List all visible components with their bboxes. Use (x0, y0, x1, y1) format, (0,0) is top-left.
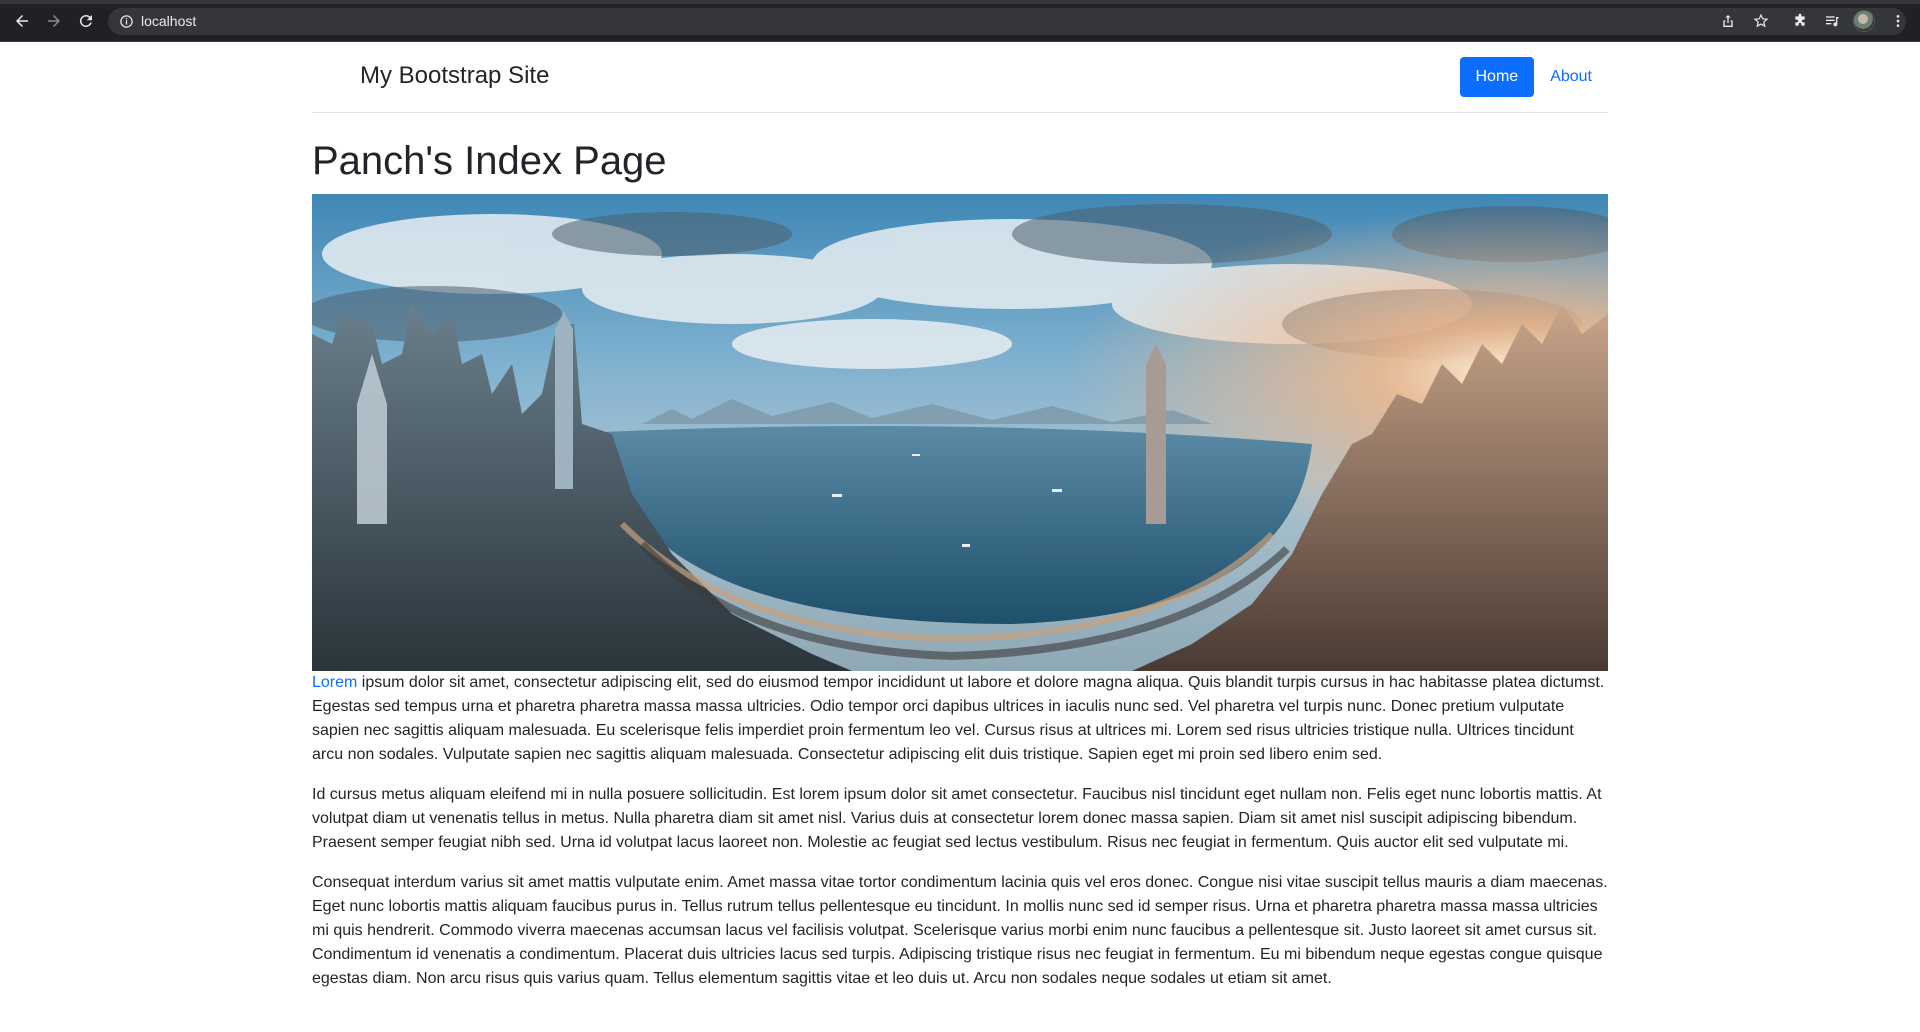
playlist-icon (1826, 16, 1839, 27)
hero-image (312, 194, 1608, 671)
forward-button[interactable] (44, 11, 64, 31)
reload-button[interactable] (76, 11, 96, 31)
site-brand[interactable]: My Bootstrap Site (360, 62, 549, 90)
profile-avatar[interactable] (1853, 10, 1875, 32)
lorem-link[interactable]: Lorem (312, 674, 357, 691)
tab-strip-edge (0, 0, 1920, 4)
share-icon (1723, 15, 1733, 27)
bookmark-button[interactable] (1752, 12, 1770, 30)
share-button[interactable] (1719, 12, 1737, 30)
page-title: Panch's Index Page (312, 139, 667, 183)
web-page: My Bootstrap Site Home About Panch's Ind… (0, 42, 1920, 1032)
address-bar[interactable]: localhost (108, 8, 1906, 35)
more-vertical-icon (1896, 15, 1900, 27)
back-button[interactable] (12, 11, 32, 31)
info-icon[interactable] (119, 14, 134, 29)
paragraph-2: Id cursus metus aliquam eleifend mi in n… (312, 786, 1602, 851)
harbor-panorama-illustration (312, 194, 1608, 671)
media-controls-button[interactable] (1823, 12, 1841, 30)
nav-about-link[interactable]: About (1534, 57, 1608, 97)
browser-toolbar: localhost (0, 0, 1920, 42)
page-container: My Bootstrap Site Home About Panch's Ind… (312, 42, 1608, 987)
paragraph-3: Consequat interdum varius sit amet matti… (312, 874, 1608, 987)
paragraph-1: Lorem ipsum dolor sit amet, consectetur … (312, 671, 1608, 767)
reload-icon (79, 14, 92, 27)
url-text[interactable]: localhost (141, 13, 196, 29)
star-icon (1753, 13, 1769, 28)
browser-menu-button[interactable] (1889, 12, 1907, 30)
paragraph-1-text: ipsum dolor sit amet, consectetur adipis… (312, 674, 1605, 763)
main-content: Lorem ipsum dolor sit amet, consectetur … (312, 671, 1608, 1007)
site-header: My Bootstrap Site Home About (312, 42, 1608, 113)
extensions-button[interactable] (1791, 12, 1809, 30)
arrow-right-icon (48, 15, 60, 27)
arrow-left-icon (16, 15, 28, 27)
nav-home-link[interactable]: Home (1459, 57, 1535, 97)
puzzle-icon (1795, 13, 1805, 26)
main-nav: Home About (1459, 57, 1609, 97)
